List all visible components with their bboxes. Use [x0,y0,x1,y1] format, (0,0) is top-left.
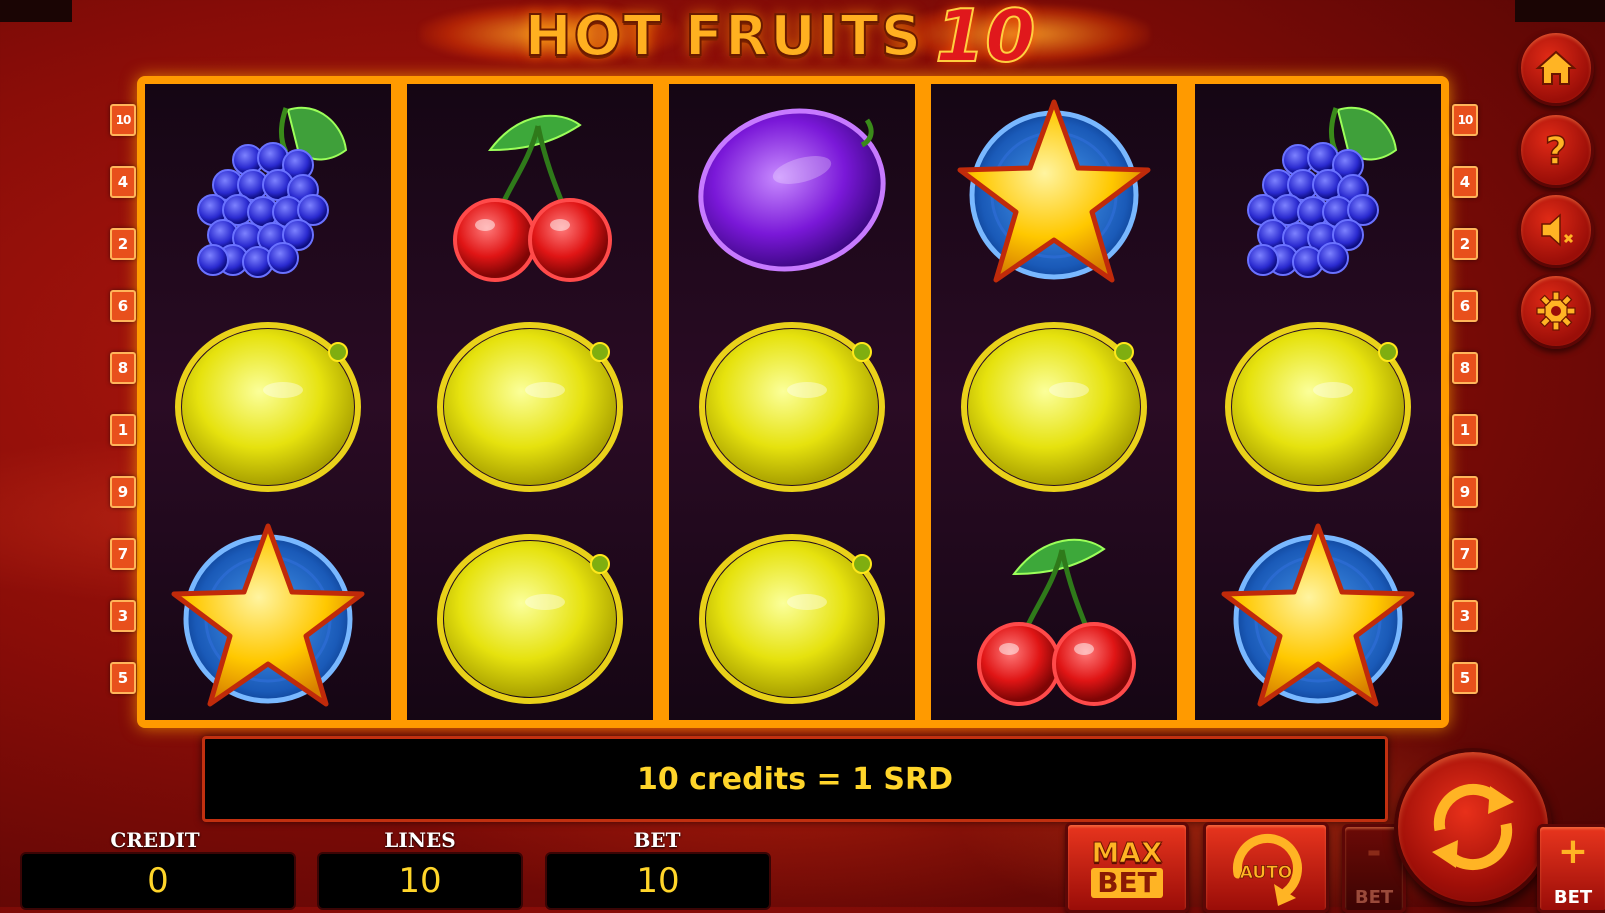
lemon-icon [699,534,885,704]
gear-icon [1536,291,1576,331]
svg-text:?: ? [1545,129,1567,172]
max-bet-label-top: MAX [1091,835,1163,869]
reel-symbol-grapes [1195,84,1441,296]
reel-symbol-star [931,84,1177,296]
reel-symbol-lemon [931,296,1177,508]
reel-symbol-lemon [669,296,915,508]
reel-symbol-lemon [1195,296,1441,508]
payline-left-6[interactable]: 6 [110,290,136,322]
reel-3 [669,84,915,720]
sound-off-icon [1541,213,1574,247]
reel-symbol-cherry [931,508,1177,720]
reel-symbol-plum [669,84,915,296]
help-icon: ? [1544,128,1568,172]
auto-spin-button[interactable]: AUTO [1203,822,1329,913]
help-button[interactable]: ? [1518,112,1594,188]
lines-value: 10 [317,852,523,910]
reel-symbol-star [145,508,391,720]
decrease-bet-label: BET [1354,887,1394,908]
lemon-icon [437,322,623,492]
info-bar: 10 credits = 1 SRD [202,736,1388,822]
star-icon [171,523,365,707]
lemon-icon [437,534,623,704]
payline-left-10[interactable]: 10 [110,104,136,136]
payline-left-2[interactable]: 2 [110,228,136,260]
lemon-icon [699,322,885,492]
home-button[interactable] [1518,30,1594,106]
reel-symbol-lemon [407,296,653,508]
sound-button[interactable] [1518,192,1594,268]
reel-symbol-grapes [145,84,391,296]
increase-bet-label: BET [1553,887,1593,908]
reel-symbol-lemon [407,508,653,720]
game-title-number: 10 [934,0,1036,79]
payline-left-4[interactable]: 4 [110,166,136,198]
lines-label: LINES [384,828,456,852]
max-bet-label-bottom: BET [1091,867,1163,898]
game-title-text: HOT FRUITS [524,3,924,70]
game-title: HOT FRUITS 10 [420,0,1150,79]
spin-arrows-icon [1432,783,1514,871]
payline-right-4[interactable]: 4 [1452,166,1478,198]
reel-symbol-cherry [407,84,653,296]
plus-icon: + [1557,831,1589,872]
payline-right-1[interactable]: 1 [1452,414,1478,446]
reel-frame [137,76,1449,728]
payline-right-7[interactable]: 7 [1452,538,1478,570]
reel-5 [1195,84,1441,720]
lemon-icon [1225,322,1411,492]
increase-bet-button[interactable]: + BET [1537,824,1605,913]
grapes-icon [197,106,348,278]
payline-right-10[interactable]: 10 [1452,104,1478,136]
grapes-icon [1247,106,1398,278]
payline-left-3[interactable]: 3 [110,600,136,632]
payline-left-7[interactable]: 7 [110,538,136,570]
credit-label: CREDIT [110,828,200,852]
reel-symbol-lemon [669,508,915,720]
credit-value: 0 [20,852,296,910]
spin-button[interactable] [1394,748,1552,906]
auto-icon: AUTO [1232,833,1302,906]
cherry-icon [977,538,1136,706]
settings-button[interactable] [1518,273,1594,349]
corner-shade-right [1515,0,1605,22]
star-icon [1221,523,1415,707]
payline-right-5[interactable]: 5 [1452,662,1478,694]
home-icon [1535,50,1577,85]
reel-4 [931,84,1177,720]
payline-right-6[interactable]: 6 [1452,290,1478,322]
payline-right-8[interactable]: 8 [1452,352,1478,384]
payline-left-9[interactable]: 9 [110,476,136,508]
bet-value: 10 [545,852,771,910]
payline-right-9[interactable]: 9 [1452,476,1478,508]
plum-icon [698,108,886,272]
payline-right-2[interactable]: 2 [1452,228,1478,260]
lemon-icon [961,322,1147,492]
max-bet-button[interactable]: MAX BET [1065,822,1189,913]
payline-right-3[interactable]: 3 [1452,600,1478,632]
payline-left-5[interactable]: 5 [110,662,136,694]
payline-left-8[interactable]: 8 [110,352,136,384]
cherry-icon [453,114,612,282]
auto-label: AUTO [1240,863,1293,883]
info-message: 10 credits = 1 SRD [636,761,954,797]
reel-symbol-star [1195,508,1441,720]
bet-label: BET [633,828,681,852]
lemon-icon [175,322,361,492]
reel-1 [145,84,391,720]
reel-2 [407,84,653,720]
star-icon [957,99,1151,283]
reel-symbol-lemon [145,296,391,508]
corner-shade-left [0,0,72,22]
payline-left-1[interactable]: 1 [110,414,136,446]
